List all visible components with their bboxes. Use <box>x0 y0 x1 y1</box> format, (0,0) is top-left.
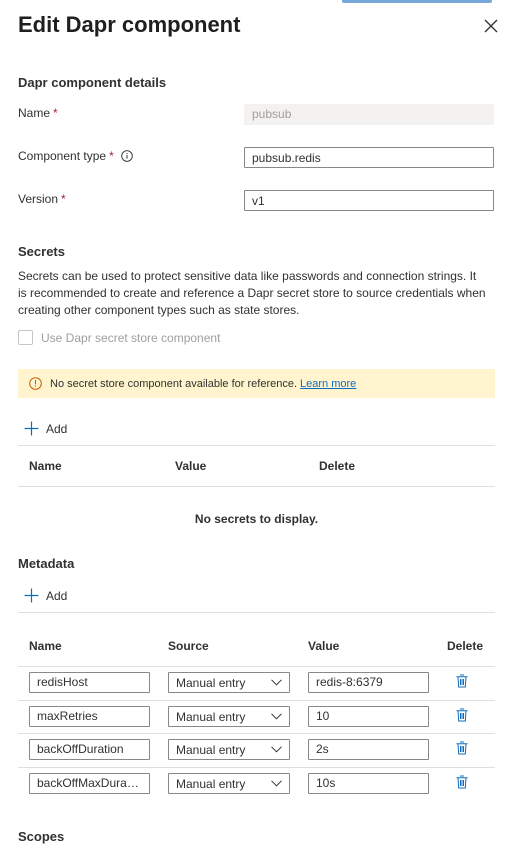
chevron-down-icon <box>271 679 282 686</box>
required-mark: * <box>61 192 66 206</box>
secrets-col-name: Name <box>29 459 62 473</box>
metadata-name-input[interactable]: redisHost <box>29 672 150 693</box>
component-type-input[interactable] <box>244 147 494 168</box>
chevron-down-icon <box>271 746 282 753</box>
version-label: Version * <box>18 192 66 206</box>
metadata-header-top-divider <box>18 612 495 613</box>
plus-icon <box>24 421 39 436</box>
metadata-value-input[interactable]: 2s <box>308 739 429 760</box>
add-metadata-button[interactable]: Add <box>24 588 67 603</box>
component-type-label: Component type * <box>18 149 133 163</box>
add-secret-button[interactable]: Add <box>24 421 67 436</box>
add-secret-label: Add <box>46 421 68 436</box>
metadata-source-dropdown[interactable]: Manual entry <box>168 739 290 760</box>
secrets-empty-message: No secrets to display. <box>194 512 319 526</box>
secrets-description: Secrets can be used to protect sensitive… <box>18 269 486 317</box>
secrets-header-bottom-divider <box>18 486 495 487</box>
metadata-name-input[interactable]: maxRetries <box>29 706 150 727</box>
metadata-value-input[interactable]: 10s <box>308 773 429 794</box>
metadata-source-dropdown[interactable]: Manual entry <box>168 773 290 794</box>
trash-icon <box>456 741 468 755</box>
metadata-col-source: Source <box>168 639 209 653</box>
details-heading: Dapr component details <box>18 75 167 90</box>
secrets-col-value: Value <box>175 459 207 473</box>
version-input[interactable] <box>244 190 494 211</box>
delete-button[interactable] <box>456 708 468 722</box>
metadata-col-name: Name <box>29 639 62 653</box>
add-metadata-label: Add <box>46 588 68 603</box>
plus-icon <box>24 588 39 603</box>
secrets-header-top-divider <box>18 445 495 446</box>
secret-store-checkbox-row[interactable]: Use Dapr secret store component <box>18 330 220 345</box>
chevron-down-icon <box>271 713 282 720</box>
metadata-source-value: Manual entry <box>176 709 246 724</box>
metadata-source-dropdown[interactable]: Manual entry <box>168 706 290 727</box>
trash-icon <box>456 674 468 688</box>
delete-button[interactable] <box>456 674 468 688</box>
warning-text: No secret store component available for … <box>50 377 298 390</box>
required-mark: * <box>109 149 114 163</box>
name-label: Name * <box>18 106 58 120</box>
secret-store-checkbox-label: Use Dapr secret store component <box>41 330 221 345</box>
secrets-col-delete: Delete <box>319 459 356 473</box>
top-strip <box>0 0 506 4</box>
delete-button[interactable] <box>456 741 468 755</box>
trash-icon <box>456 775 468 789</box>
metadata-source-dropdown[interactable]: Manual entry <box>168 672 290 693</box>
version-label-text: Version <box>18 192 59 206</box>
metadata-col-delete: Delete <box>447 639 484 653</box>
chevron-down-icon <box>271 780 282 787</box>
metadata-source-value: Manual entry <box>176 742 246 757</box>
metadata-value-input[interactable]: redis-8:6379 <box>308 672 429 693</box>
trash-icon <box>456 708 468 722</box>
metadata-name-input[interactable]: backOffMaxDurati... <box>29 773 150 794</box>
learn-more-link[interactable]: Learn more <box>300 378 356 390</box>
secrets-heading: Secrets <box>18 244 65 259</box>
scopes-heading: Scopes <box>18 829 65 844</box>
close-icon <box>484 19 498 33</box>
metadata-row-divider <box>18 700 495 701</box>
close-button[interactable] <box>484 19 502 37</box>
secret-store-checkbox[interactable] <box>18 330 33 345</box>
metadata-source-value: Manual entry <box>176 776 246 791</box>
metadata-header-bottom-divider <box>18 666 495 667</box>
component-type-label-text: Component type <box>18 149 107 163</box>
metadata-row-divider <box>18 767 495 768</box>
metadata-row-divider <box>18 733 495 734</box>
metadata-source-value: Manual entry <box>176 675 246 690</box>
panel-title: Edit Dapr component <box>18 12 241 37</box>
warning-message-bar: No secret store component available for … <box>18 369 495 398</box>
name-field: pubsub <box>244 104 494 125</box>
metadata-col-value: Value <box>308 639 340 653</box>
metadata-heading: Metadata <box>18 556 75 571</box>
name-label-text: Name <box>18 106 51 120</box>
top-strip-accent <box>342 0 492 3</box>
info-icon[interactable] <box>120 150 133 162</box>
metadata-name-input[interactable]: backOffDuration <box>29 739 150 760</box>
warning-icon <box>29 377 42 390</box>
metadata-value-input[interactable]: 10 <box>308 706 429 727</box>
required-mark: * <box>53 106 58 120</box>
delete-button[interactable] <box>456 775 468 789</box>
